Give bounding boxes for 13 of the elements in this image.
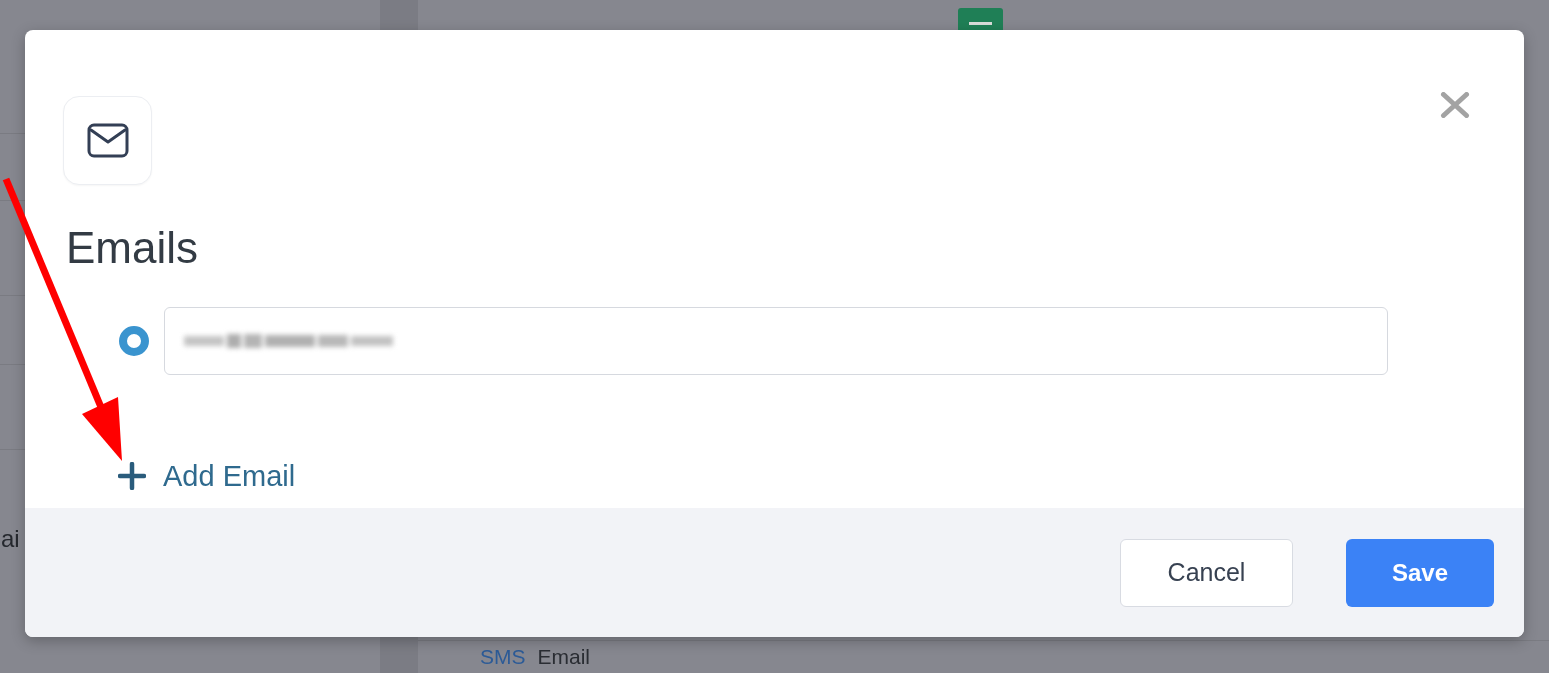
radio-button[interactable] [119,326,149,356]
plus-icon [118,462,146,490]
add-email-link[interactable]: Add Email [118,459,296,493]
email-field[interactable] [164,307,1388,375]
document-icon[interactable] [958,8,1003,30]
close-icon [1440,92,1470,118]
close-button[interactable] [1438,90,1472,120]
channel-label: Email [537,645,591,669]
dialog-title: Emails [66,223,199,273]
save-button[interactable]: Save [1346,538,1494,607]
row-text: ai [1,525,20,552]
cancel-button[interactable]: Cancel [1120,538,1293,607]
envelope-icon [63,96,152,185]
